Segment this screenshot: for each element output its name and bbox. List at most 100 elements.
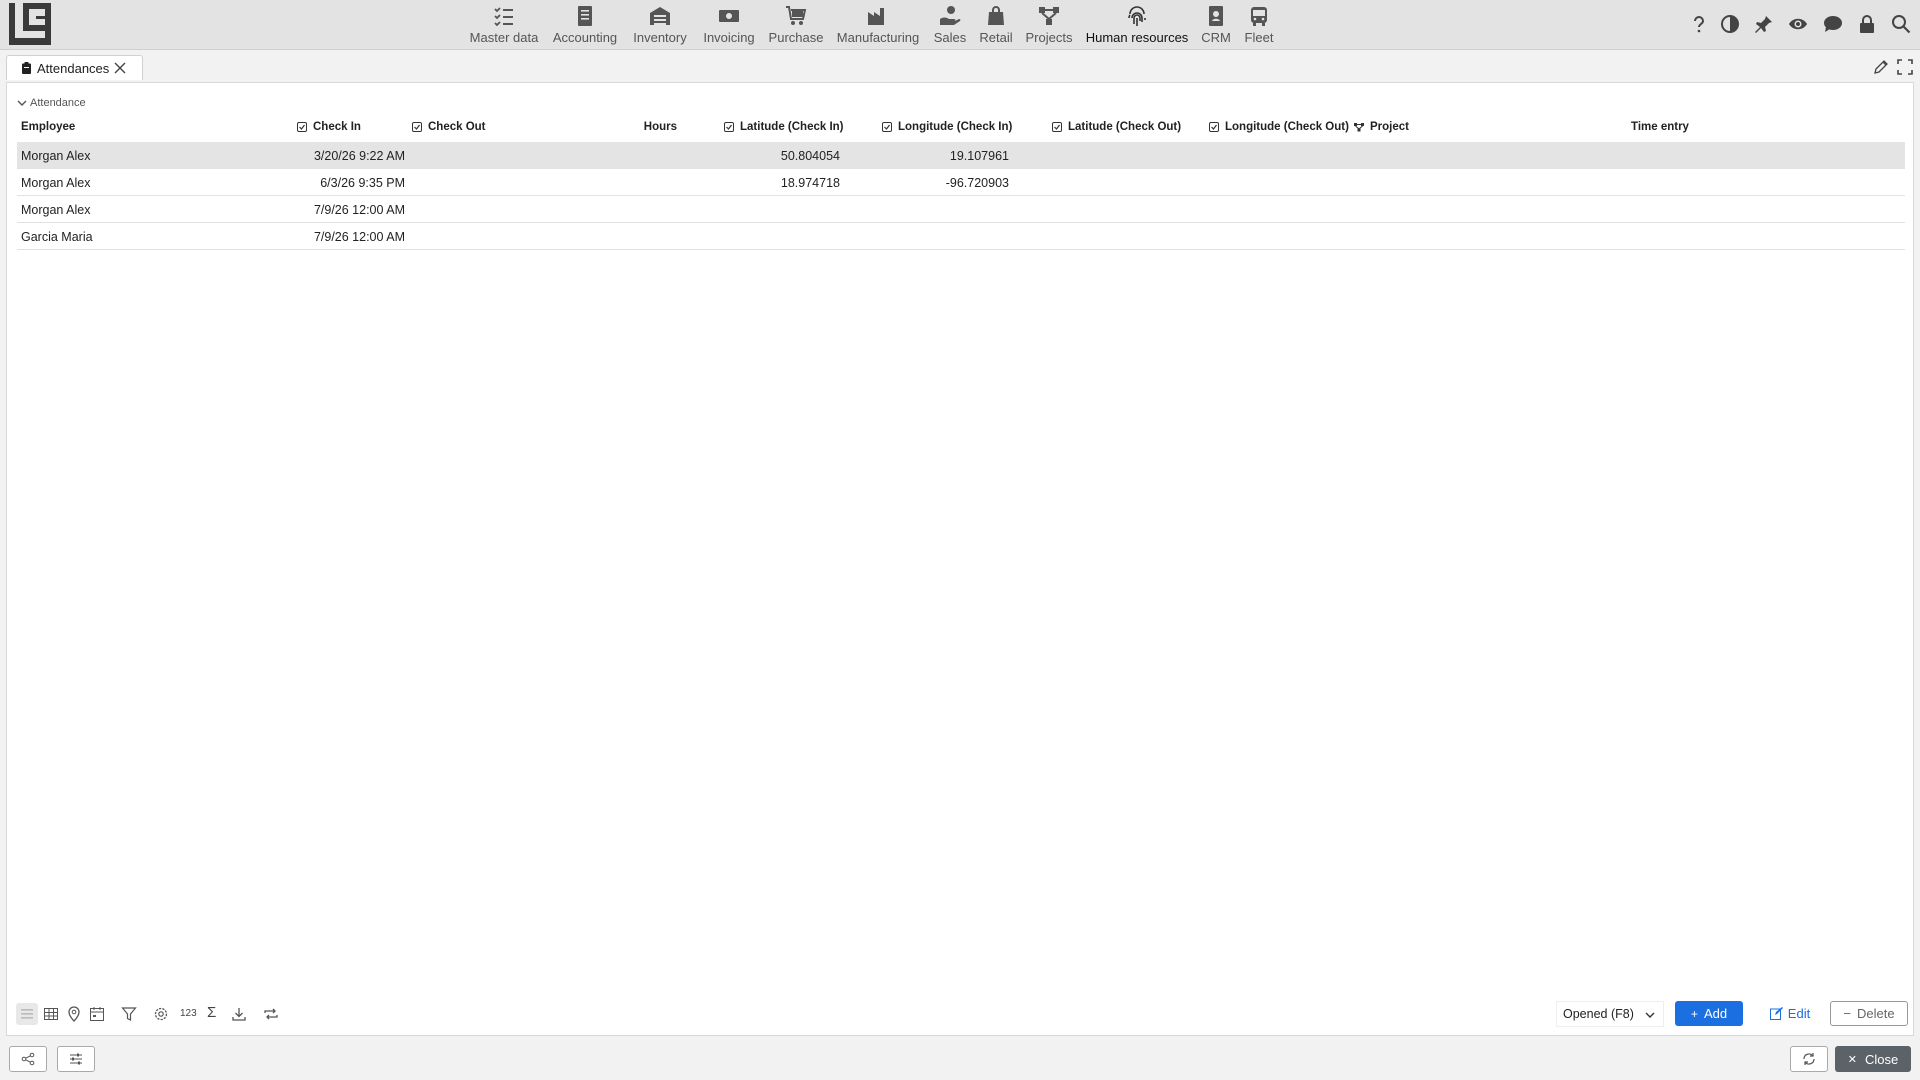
map-view-button[interactable] — [63, 1003, 85, 1025]
cell-employee: Morgan Alex — [21, 176, 91, 190]
nav-module-label: Retail — [979, 30, 1013, 45]
nav-module-label: Purchase — [768, 30, 824, 45]
settings-button[interactable] — [150, 1003, 172, 1025]
nav-module-projects[interactable]: Projects — [1024, 2, 1074, 48]
column-header-label: Longitude (Check In) — [898, 121, 1013, 133]
table-row[interactable]: Morgan Alex 3/20/26 9:22 AM 50.804054 19… — [17, 142, 1905, 169]
cell-latitude-check-in: 50.804054 — [780, 149, 840, 163]
tab-strip: Attendances — [0, 50, 1920, 80]
table-row[interactable]: Morgan Alex 7/9/26 12:00 AM — [17, 196, 1905, 223]
project-tree-icon — [1354, 123, 1364, 132]
edit-pencil-icon[interactable] — [1872, 58, 1890, 76]
column-header-check-out[interactable]: Check Out — [412, 121, 486, 133]
calendar-view-icon — [90, 1007, 104, 1021]
repeat-button[interactable] — [260, 1003, 282, 1025]
tab-attendances[interactable]: Attendances — [6, 55, 143, 80]
sliders-button[interactable] — [57, 1046, 95, 1072]
edit-button[interactable]: Edit — [1761, 1001, 1819, 1026]
download-icon — [232, 1008, 246, 1021]
add-button[interactable]: + Add — [1675, 1001, 1743, 1026]
fullscreen-icon[interactable] — [1896, 58, 1914, 76]
checkbox-column-icon — [297, 122, 307, 132]
column-header-longitude-check-out[interactable]: Longitude (Check Out) — [1209, 121, 1349, 133]
plus-icon: + — [1690, 1006, 1698, 1021]
help-icon — [1694, 16, 1705, 33]
search-icon — [1892, 15, 1911, 34]
nav-module-label: Fleet — [1244, 30, 1274, 45]
counter-icon[interactable]: 123 — [180, 1008, 197, 1019]
nav-module-crm[interactable]: CRM — [1200, 2, 1232, 48]
nav-module-label: Master data — [469, 30, 539, 45]
nav-module-accounting[interactable]: Accounting — [552, 2, 618, 48]
column-header-label: Project — [1370, 121, 1409, 133]
filter-select[interactable]: Opened (F8) — [1556, 1001, 1664, 1027]
close-button[interactable]: ✕ Close — [1835, 1046, 1911, 1072]
eye-icon — [1789, 18, 1807, 30]
list-view-button[interactable] — [16, 1003, 38, 1025]
cell-employee: Morgan Alex — [21, 203, 91, 217]
grid-view-button[interactable] — [40, 1003, 62, 1025]
cell-check-in: 7/9/26 12:00 AM — [313, 203, 405, 217]
calendar-view-button[interactable] — [86, 1003, 108, 1025]
nav-module-invoicing[interactable]: Invoicing — [702, 2, 756, 48]
ledger-icon — [578, 6, 592, 26]
delete-button[interactable]: − Delete — [1830, 1001, 1908, 1026]
sum-icon[interactable]: Σ — [207, 1004, 216, 1021]
nav-module-purchase[interactable]: Purchase — [768, 2, 824, 48]
nav-module-master-data[interactable]: Master data — [470, 2, 538, 48]
column-header-project[interactable]: Project — [1354, 121, 1409, 133]
checkbox-column-icon — [724, 122, 734, 132]
pin-icon — [1755, 16, 1772, 33]
delete-button-label: Delete — [1857, 1006, 1895, 1021]
column-header-label: Check Out — [428, 121, 486, 133]
column-header-hours[interactable]: Hours — [627, 121, 677, 133]
close-icon: ✕ — [1847, 1053, 1857, 1066]
cell-longitude-check-in: -96.720903 — [945, 176, 1009, 190]
cell-check-in: 3/20/26 9:22 AM — [313, 149, 405, 163]
column-header-latitude-check-in[interactable]: Latitude (Check In) — [724, 121, 844, 133]
lock-icon — [1860, 15, 1874, 33]
chat-button[interactable] — [1821, 12, 1845, 36]
nav-module-label: Manufacturing — [836, 30, 920, 45]
close-button-label: Close — [1864, 1051, 1899, 1067]
column-header-label: Latitude (Check Out) — [1068, 121, 1182, 133]
column-header-check-in[interactable]: Check In — [297, 121, 361, 133]
settings-icon — [154, 1007, 168, 1021]
column-header-time-entry[interactable]: Time entry — [1631, 121, 1689, 133]
column-header-label: Time entry — [1631, 121, 1689, 133]
help-button[interactable] — [1687, 12, 1711, 36]
share-button[interactable] — [9, 1046, 47, 1072]
section-label: Attendance — [30, 97, 86, 109]
column-header-label: Employee — [21, 121, 76, 133]
search-button[interactable] — [1889, 12, 1913, 36]
nav-module-inventory[interactable]: Inventory — [632, 2, 688, 48]
column-header-longitude-check-in[interactable]: Longitude (Check In) — [882, 121, 1012, 133]
filter-button[interactable] — [118, 1003, 140, 1025]
lock-button[interactable] — [1855, 12, 1879, 36]
table-row[interactable]: Morgan Alex 6/3/26 9:35 PM 18.974718 -96… — [17, 169, 1905, 196]
watch-button[interactable] — [1786, 12, 1810, 36]
column-header-latitude-check-out[interactable]: Latitude (Check Out) — [1052, 121, 1181, 133]
nav-module-sales[interactable]: Sales — [932, 2, 968, 48]
map-pin-icon — [68, 1006, 80, 1022]
app-logo-icon[interactable] — [8, 2, 52, 46]
section-toggle-attendance[interactable]: Attendance — [17, 97, 86, 109]
nav-module-fleet[interactable]: Fleet — [1242, 2, 1276, 48]
nav-module-label: Inventory — [633, 30, 687, 45]
repeat-icon — [264, 1008, 278, 1020]
checkbox-column-icon — [882, 122, 892, 132]
project-tree-icon — [1039, 7, 1059, 25]
export-button[interactable] — [228, 1003, 250, 1025]
nav-module-human-resources[interactable]: Human resources — [1086, 2, 1188, 48]
table-row[interactable]: Garcia Maria 7/9/26 12:00 AM — [17, 223, 1905, 250]
pin-button[interactable] — [1752, 12, 1776, 36]
close-icon[interactable] — [113, 61, 127, 75]
cart-icon — [786, 6, 807, 25]
cell-check-in: 7/9/26 12:00 AM — [313, 230, 405, 244]
column-header-label: Hours — [643, 121, 677, 133]
nav-module-manufacturing[interactable]: Manufacturing — [836, 2, 920, 48]
refresh-button[interactable] — [1790, 1046, 1828, 1072]
column-header-employee[interactable]: Employee — [21, 121, 75, 133]
theme-toggle-button[interactable] — [1718, 12, 1742, 36]
nav-module-retail[interactable]: Retail — [978, 2, 1014, 48]
